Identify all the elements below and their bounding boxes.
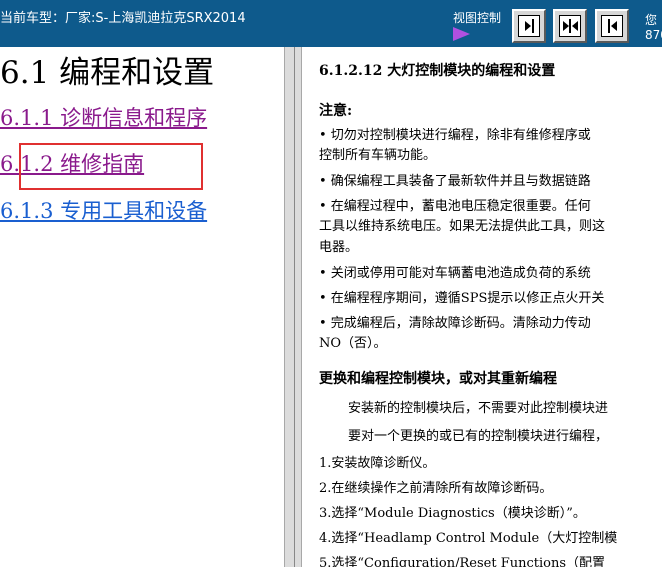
toc-title: 6.1 编程和设置 [0,55,215,91]
selection-highlight-box [19,143,203,190]
view-right-pane-button[interactable] [512,9,546,43]
note-line: • 在编程过程中，蓄电池电压稳定很重要。任何 [319,199,591,214]
pointer-arrow-icon [453,27,470,41]
note-line: • 关闭或停用可能对车辆蓄电池造成负荷的系统 [319,266,591,281]
vehicle-info: 当前车型：厂家:S-上海凯迪拉克SRX2014 [0,11,246,26]
paragraph: 要对一个更换的或已有的控制模块进行编程， [348,429,609,444]
toc-pane: 6.1 编程和设置 6.1.1 诊断信息和程序 6.1.2 维修指南 6.1.3… [0,47,284,567]
step-item: 2.在继续操作之前清除所有故障诊断码。 [319,481,553,496]
note-line: NO（否）。 [319,336,387,351]
top-bar: 当前车型：厂家:S-上海凯迪拉克SRX2014 视图控制 您 870 [0,0,662,47]
expand-right-icon [518,15,540,37]
toc-link-diagnostic-info[interactable]: 6.1.1 诊断信息和程序 [0,102,207,132]
content-pane: 6.1.2.12 大灯控制模块的编程和设置 注意: • 切勿对控制模块进行编程，… [302,47,662,567]
note-line: • 完成编程后，清除故障诊断码。清除动力传动 [319,316,591,331]
note-label: 注意: [319,103,353,119]
note-line: 电器。 [319,240,359,255]
note-line: 工具以维持系统电压。如果无法提供此工具，则这 [319,219,606,234]
note-line: • 切勿对控制模块进行编程，除非有维修程序或 [319,128,591,143]
view-split-button[interactable] [553,9,587,43]
split-view-icon [559,15,581,37]
view-control-label: 视图控制 [453,11,502,25]
view-left-pane-button[interactable] [595,9,629,43]
user-info: 您 [645,13,658,27]
expand-left-icon [601,15,623,37]
step-item: 1.安装故障诊断仪。 [319,456,436,471]
user-id: 870 [645,28,662,42]
note-line: 控制所有车辆功能。 [319,148,437,163]
section-title: 更换和编程控制模块，或对其重新编程 [319,371,557,387]
step-item: 3.选择“Module Diagnostics（模块诊断）”。 [319,506,586,521]
step-item: 5.选择“Configuration/Reset Functions（配置 [319,556,605,567]
paragraph: 安装新的控制模块后，不需要对此控制模块进 [348,401,609,416]
step-item: 4.选择“Headlamp Control Module（大灯控制模 [319,531,618,546]
note-line: • 在编程程序期间，遵循SPS提示以修正点火开关 [319,291,605,306]
content-title: 6.1.2.12 大灯控制模块的编程和设置 [319,63,556,79]
note-line: • 确保编程工具装备了最新软件并且与数据链路 [319,174,591,189]
toc-link-special-tools[interactable]: 6.1.3 专用工具和设备 [0,195,207,225]
splitter-line [294,47,295,567]
pane-splitter[interactable] [284,47,302,567]
